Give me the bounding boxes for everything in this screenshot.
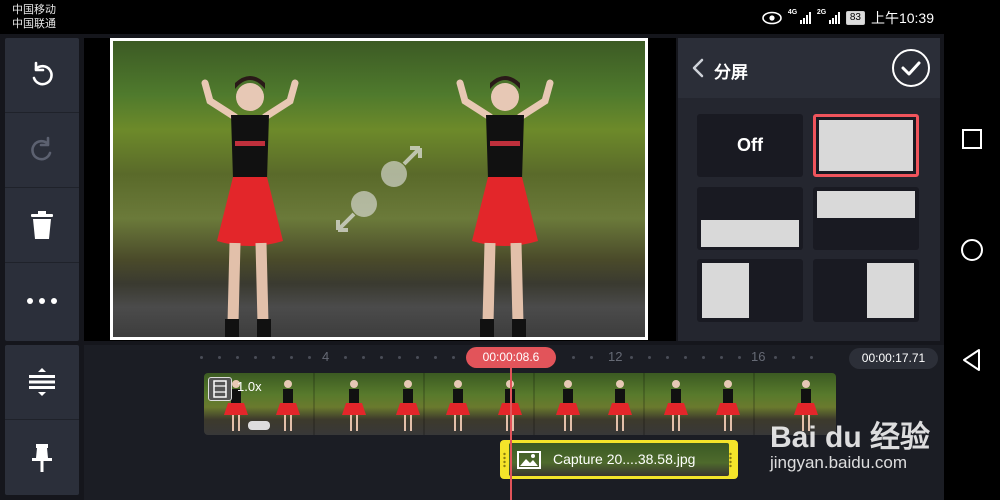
layout-top-block (817, 191, 915, 218)
status-bar: 中国移动 中国联通 4G 2G 83 上午10:39 (0, 0, 1000, 34)
pin-button[interactable] (5, 420, 79, 495)
video-clip[interactable]: 1.0x (204, 373, 836, 435)
split-option-bottom[interactable] (697, 187, 803, 250)
carrier-names: 中国移动 中国联通 (12, 3, 56, 31)
split-option-right[interactable] (813, 259, 919, 322)
playhead-time[interactable]: 00:00:08.6 (466, 347, 556, 368)
more-icon (27, 297, 57, 304)
trash-icon (31, 211, 53, 239)
video-clip-thumbnails (224, 373, 818, 435)
home-icon[interactable] (960, 238, 984, 262)
resize-handle-icon[interactable] (330, 140, 430, 240)
system-nav-bar (944, 0, 1000, 500)
ruler-label-4: 4 (322, 349, 330, 364)
right-handle-icon[interactable] (729, 452, 732, 468)
pin-icon (32, 443, 52, 472)
playhead[interactable] (510, 367, 512, 500)
layout-full-block (819, 120, 913, 171)
image-clip-filename: Capture 20....38.58.jpg (553, 451, 696, 467)
split-option-full[interactable] (813, 114, 919, 177)
recent-apps-icon[interactable] (960, 127, 984, 151)
layout-right-block (867, 263, 914, 318)
image-layer-clip[interactable]: Capture 20....38.58.jpg (500, 440, 738, 479)
more-button[interactable] (5, 263, 79, 338)
undo-button[interactable] (5, 38, 79, 113)
ruler-label-16: 16 (751, 349, 766, 364)
eye-icon (762, 11, 782, 25)
baidu-watermark-logo: Bai du 经验 (770, 421, 931, 454)
layout-left-block (702, 263, 749, 318)
left-handle-icon[interactable] (503, 452, 506, 468)
signal-icon-2: 2G (817, 9, 840, 24)
image-clip-body: Capture 20....38.58.jpg (509, 443, 729, 476)
edit-toolbar (5, 38, 79, 341)
undo-icon (32, 61, 53, 86)
back-nav-icon[interactable] (960, 348, 984, 372)
check-icon (901, 61, 921, 76)
panel-title: 分屏 (714, 63, 748, 82)
battery-icon: 83 (845, 11, 865, 25)
delete-button[interactable] (5, 188, 79, 263)
split-clip-button[interactable] (5, 345, 79, 420)
total-duration: 00:00:17.71 (849, 348, 938, 369)
ruler-label-12: 12 (608, 349, 623, 364)
carrier-2: 中国联通 (12, 18, 56, 30)
panel-header: 分屏 (678, 38, 940, 98)
back-icon[interactable] (690, 58, 706, 78)
dancer-figure-left (201, 76, 299, 337)
split-option-off-label: Off (737, 135, 763, 155)
signal-icon-1: 4G (788, 9, 811, 24)
redo-icon (31, 136, 52, 161)
confirm-button[interactable] (892, 49, 930, 87)
split-option-top[interactable] (813, 187, 919, 250)
film-icon (208, 377, 232, 401)
clip-speed: 1.0x (237, 379, 262, 394)
redo-button[interactable] (5, 113, 79, 188)
carrier-1: 中国移动 (12, 4, 56, 16)
clip-volume-badge (248, 421, 270, 430)
layout-bottom-block (701, 220, 799, 247)
clock: 上午10:39 (870, 10, 934, 26)
split-clip-icon (29, 368, 55, 396)
status-icons: 4G 2G 83 上午10:39 (762, 8, 934, 28)
split-screen-panel: 分屏 Off (678, 38, 940, 341)
image-icon (517, 451, 541, 469)
split-option-off[interactable]: Off (697, 114, 803, 177)
timeline-toolbar (5, 345, 79, 495)
dancer-figure-right (456, 76, 554, 337)
split-option-left[interactable] (697, 259, 803, 322)
app-root: 中国移动 中国联通 4G 2G 83 上午10:39 分屏 Off 4 12 1… (0, 0, 1000, 500)
baidu-watermark-url: jingyan.baidu.com (770, 453, 908, 472)
